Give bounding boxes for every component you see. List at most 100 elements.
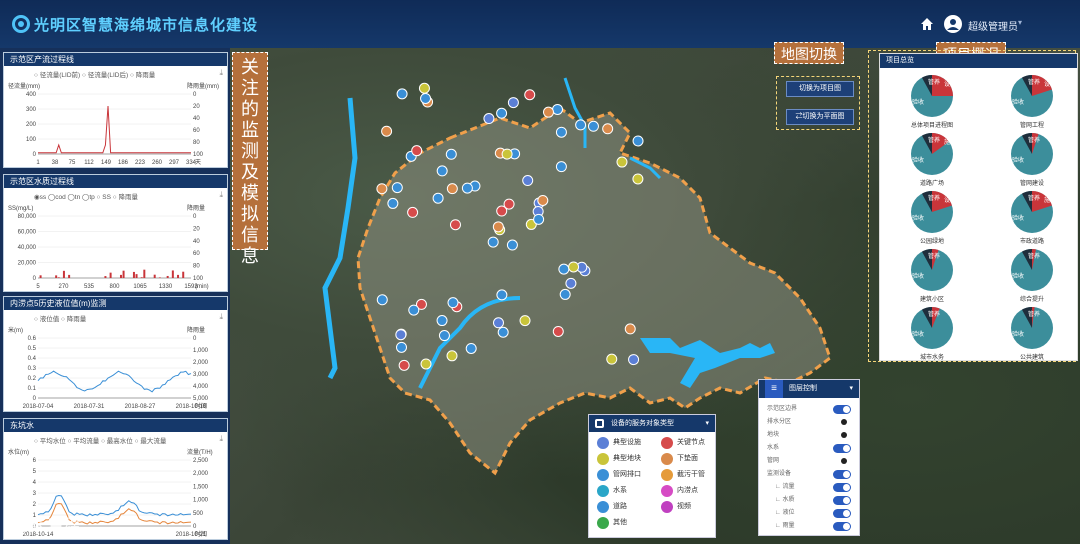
map-marker[interactable] (421, 93, 431, 103)
layer-toggle[interactable] (833, 509, 851, 518)
project-pie[interactable]: 验收 管养 设计 管网工程 (986, 72, 1078, 132)
map-marker[interactable] (382, 126, 392, 136)
layer-row[interactable]: 地块 (767, 430, 857, 440)
layer-toggle[interactable] (833, 496, 851, 505)
map-marker[interactable] (617, 157, 627, 167)
map-marker[interactable] (538, 195, 548, 205)
layer-indicator[interactable] (841, 432, 847, 438)
map-marker[interactable] (556, 162, 566, 172)
map-marker[interactable] (556, 127, 566, 137)
map-marker[interactable] (493, 318, 503, 328)
download-icon[interactable]: ⤓ (219, 68, 223, 78)
service-type-item[interactable]: 道路 (597, 501, 627, 513)
project-pie[interactable]: 验收 管养 施工 市政道路 (986, 188, 1078, 248)
layer-row[interactable]: 排水分区 (767, 417, 857, 427)
map-marker[interactable] (525, 90, 535, 100)
project-pie[interactable]: 验收 管养 城市水务 (886, 304, 978, 364)
layer-row[interactable]: ∟ 水质 (767, 495, 857, 505)
map-marker[interactable] (484, 114, 494, 124)
map-marker[interactable] (399, 360, 409, 370)
map-marker[interactable] (625, 324, 635, 334)
map-marker[interactable] (421, 359, 431, 369)
chevron-down-icon[interactable]: ▾ (705, 415, 709, 432)
layer-row[interactable]: ∟ 液位 (767, 508, 857, 518)
project-pie[interactable]: 验收 管养 设计 公园绿地 (886, 188, 978, 248)
layer-toggle[interactable] (833, 522, 851, 531)
map-marker[interactable] (437, 166, 447, 176)
layer-row[interactable]: 管网 (767, 456, 857, 466)
map-marker[interactable] (447, 184, 457, 194)
map-marker[interactable] (493, 222, 503, 232)
map-marker[interactable] (633, 174, 643, 184)
map-marker[interactable] (588, 121, 598, 131)
switch-project-map-button[interactable]: 切换为项目图 (786, 81, 854, 97)
map-marker[interactable] (576, 120, 586, 130)
chart-legend[interactable]: ○ 液位值 ○ 降雨量 (34, 313, 86, 323)
map-marker[interactable] (559, 264, 569, 274)
map-marker[interactable] (377, 184, 387, 194)
chart-legend[interactable]: ○ 径流量(LID前) ○ 径流量(LID后) ○ 降雨量 (34, 69, 155, 79)
service-type-item[interactable]: 其他 (597, 517, 627, 529)
layer-toggle[interactable] (833, 483, 851, 492)
project-pie[interactable]: 验收 管养 建筑小区 (886, 246, 978, 306)
map-marker[interactable] (419, 83, 429, 93)
map-marker[interactable] (437, 316, 447, 326)
map-marker[interactable] (409, 305, 419, 315)
chevron-down-icon[interactable]: ▾ (849, 380, 853, 398)
layer-row[interactable]: 水系 (767, 443, 857, 453)
map-marker[interactable] (607, 354, 617, 364)
service-type-item[interactable]: 典型地块 (597, 453, 641, 465)
map-marker[interactable] (498, 327, 508, 337)
project-pie[interactable]: 验收 管养 设计 总体项目进程图 (886, 72, 978, 132)
service-type-item[interactable]: 截污干管 (661, 469, 705, 481)
map-marker[interactable] (543, 107, 553, 117)
map-marker[interactable] (447, 351, 457, 361)
user-name[interactable]: 超级管理员 (968, 18, 1018, 33)
map-marker[interactable] (408, 207, 418, 217)
chevron-down-icon[interactable]: ▾ (1018, 18, 1022, 27)
project-pie[interactable]: 验收 管养 施工 道路广场 (886, 130, 978, 190)
map-marker[interactable] (629, 355, 639, 365)
map-marker[interactable] (560, 289, 570, 299)
layer-row[interactable]: ∟ 雨量 (767, 521, 857, 531)
map-marker[interactable] (553, 326, 563, 336)
layer-indicator[interactable] (841, 458, 847, 464)
map-marker[interactable] (446, 149, 456, 159)
service-type-item[interactable]: 视频 (661, 501, 691, 513)
map-marker[interactable] (553, 104, 563, 114)
map-marker[interactable] (397, 342, 407, 352)
service-type-item[interactable]: 内涝点 (661, 485, 698, 497)
map-marker[interactable] (439, 331, 449, 341)
service-type-item[interactable]: 下垫面 (661, 453, 698, 465)
service-type-item[interactable]: 典型设施 (597, 437, 641, 449)
map-marker[interactable] (466, 343, 476, 353)
map-marker[interactable] (397, 89, 407, 99)
project-pie[interactable]: 验收 管养 公共建筑 (986, 304, 1078, 364)
user-avatar-icon[interactable] (944, 15, 962, 33)
home-icon[interactable] (920, 17, 934, 31)
map-marker[interactable] (534, 214, 544, 224)
map-marker[interactable] (566, 278, 576, 288)
layer-row[interactable]: 监测设备 (767, 469, 857, 479)
map-marker[interactable] (412, 146, 422, 156)
map-marker[interactable] (450, 220, 460, 230)
layer-row[interactable]: ∟ 流量 (767, 482, 857, 492)
map-marker[interactable] (433, 193, 443, 203)
chart-legend[interactable]: ○ 平均水位 ○ 平均流量 ○ 最高水位 ○ 最大流量 (34, 435, 166, 445)
map-marker[interactable] (377, 295, 387, 305)
download-icon[interactable]: ⤓ (219, 190, 223, 200)
map-marker[interactable] (497, 108, 507, 118)
project-pie[interactable]: 验收 管养 综合提升 (986, 246, 1078, 306)
download-icon[interactable]: ⤓ (219, 312, 223, 322)
map-marker[interactable] (392, 183, 402, 193)
map-marker[interactable] (497, 290, 507, 300)
project-pie[interactable]: 验收 管养 管网建设 (986, 130, 1078, 190)
layer-toggle[interactable] (833, 470, 851, 479)
map-marker[interactable] (508, 98, 518, 108)
map-marker[interactable] (569, 262, 579, 272)
service-type-item[interactable]: 水系 (597, 485, 627, 497)
service-type-item[interactable]: 关键节点 (661, 437, 705, 449)
layer-toggle[interactable] (833, 405, 851, 414)
layer-row[interactable]: 示范区边界 (767, 404, 857, 414)
map-marker[interactable] (488, 237, 498, 247)
